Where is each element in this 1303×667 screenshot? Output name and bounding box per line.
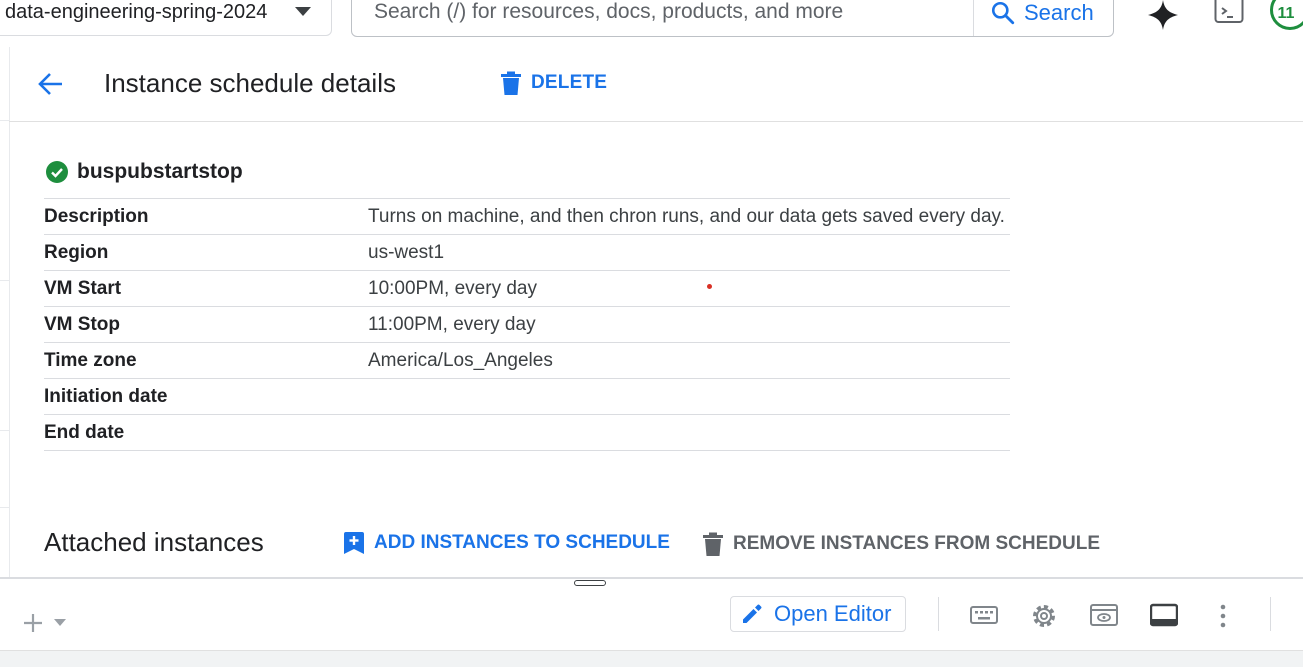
pencil-icon [743, 604, 762, 623]
row-key: End date [44, 414, 368, 451]
toolbar-separator [938, 597, 939, 631]
panel-divider[interactable] [0, 577, 1303, 579]
drag-handle[interactable] [574, 580, 606, 586]
back-button[interactable] [36, 71, 64, 102]
trash-icon [703, 532, 723, 556]
check-circle-icon [46, 161, 68, 183]
page-header: Instance schedule details DELETE [9, 47, 1303, 122]
rail-divider [0, 120, 9, 121]
project-name: data-engineering-spring-2024 [5, 0, 268, 23]
table-row: End date [44, 414, 1010, 451]
row-value: us-west1 [368, 234, 1010, 271]
badge-count: 11 [1277, 5, 1295, 22]
keyboard-icon [970, 606, 998, 624]
panel-toggle-button[interactable] [1149, 602, 1179, 633]
terminal-icon [1214, 0, 1244, 23]
chevron-down-icon [54, 619, 66, 626]
details-table: Description Turns on machine, and then c… [44, 198, 1010, 451]
open-editor-label: Open Editor [774, 601, 892, 626]
table-row: Time zone America/Los_Angeles [44, 342, 1010, 379]
row-value [368, 414, 1010, 451]
section-title: Attached instances [44, 527, 264, 557]
row-value [368, 378, 1010, 415]
arrow-back-icon [38, 73, 62, 95]
row-key: Initiation date [44, 378, 368, 415]
delete-label: DELETE [531, 72, 608, 93]
row-value: Turns on machine, and then chron runs, a… [368, 198, 1010, 235]
more-vert-icon [1220, 604, 1226, 628]
row-key: VM Start [44, 270, 368, 307]
search-input[interactable] [374, 0, 954, 25]
open-editor-button[interactable]: Open Editor [730, 596, 906, 632]
status-strip [0, 650, 1303, 667]
row-key: Time zone [44, 342, 368, 379]
page-title: Instance schedule details [104, 68, 396, 98]
keyboard-button[interactable] [970, 602, 998, 633]
row-value: America/Los_Angeles [368, 342, 1010, 379]
project-picker[interactable]: data-engineering-spring-2024 [0, 0, 332, 36]
toolbar-separator [1270, 597, 1271, 631]
remove-instances-button[interactable]: REMOVE INSTANCES FROM SCHEDULE [703, 532, 1100, 556]
trash-icon [501, 71, 521, 95]
row-key: VM Stop [44, 306, 368, 343]
gemini-button[interactable] [1146, 0, 1180, 35]
search-box: Search [351, 0, 1114, 37]
add-instances-label: ADD INSTANCES TO SCHEDULE [374, 532, 670, 553]
delete-button[interactable]: DELETE [501, 71, 607, 95]
add-tab-button[interactable] [22, 612, 66, 634]
search-button-label: Search [1024, 0, 1094, 25]
panel-icon [1149, 603, 1179, 627]
add-instances-button[interactable]: ADD INSTANCES TO SCHEDULE [344, 532, 670, 554]
rail-divider [0, 280, 9, 281]
row-key: Description [44, 198, 368, 235]
table-row: Initiation date [44, 378, 1010, 415]
left-rail [0, 47, 10, 577]
schedule-name-row: buspubstartstop [46, 160, 243, 184]
rail-divider [0, 430, 9, 431]
table-row: Region us-west1 [44, 234, 1010, 271]
settings-button[interactable] [1030, 602, 1058, 635]
preview-icon [1090, 604, 1118, 626]
rail-divider [0, 507, 9, 508]
caret-down-icon [295, 7, 311, 16]
settings-icon [1033, 605, 1055, 627]
search-button[interactable]: Search [973, 0, 1113, 36]
table-row: Description Turns on machine, and then c… [44, 198, 1010, 235]
notifications-badge[interactable]: 11 [1270, 0, 1303, 30]
sparkle-icon [1148, 0, 1178, 30]
cloud-shell-button[interactable] [1214, 0, 1244, 29]
more-options-button[interactable] [1218, 602, 1228, 635]
schedule-name: buspubstartstop [77, 160, 243, 183]
add-icon [24, 614, 42, 632]
row-value: 10:00PM, every day [368, 270, 1010, 307]
remove-instances-label: REMOVE INSTANCES FROM SCHEDULE [733, 533, 1101, 554]
table-row: VM Start 10:00PM, every day [44, 270, 1010, 307]
cursor-dot [707, 284, 712, 289]
row-value: 11:00PM, every day [368, 306, 1010, 343]
row-key: Region [44, 234, 368, 271]
table-row: VM Stop 11:00PM, every day [44, 306, 1010, 343]
search-icon [991, 1, 1015, 24]
top-bar: data-engineering-spring-2024 Search 11 [0, 0, 1303, 46]
web-preview-button[interactable] [1090, 602, 1118, 633]
add-box-icon [344, 532, 364, 554]
